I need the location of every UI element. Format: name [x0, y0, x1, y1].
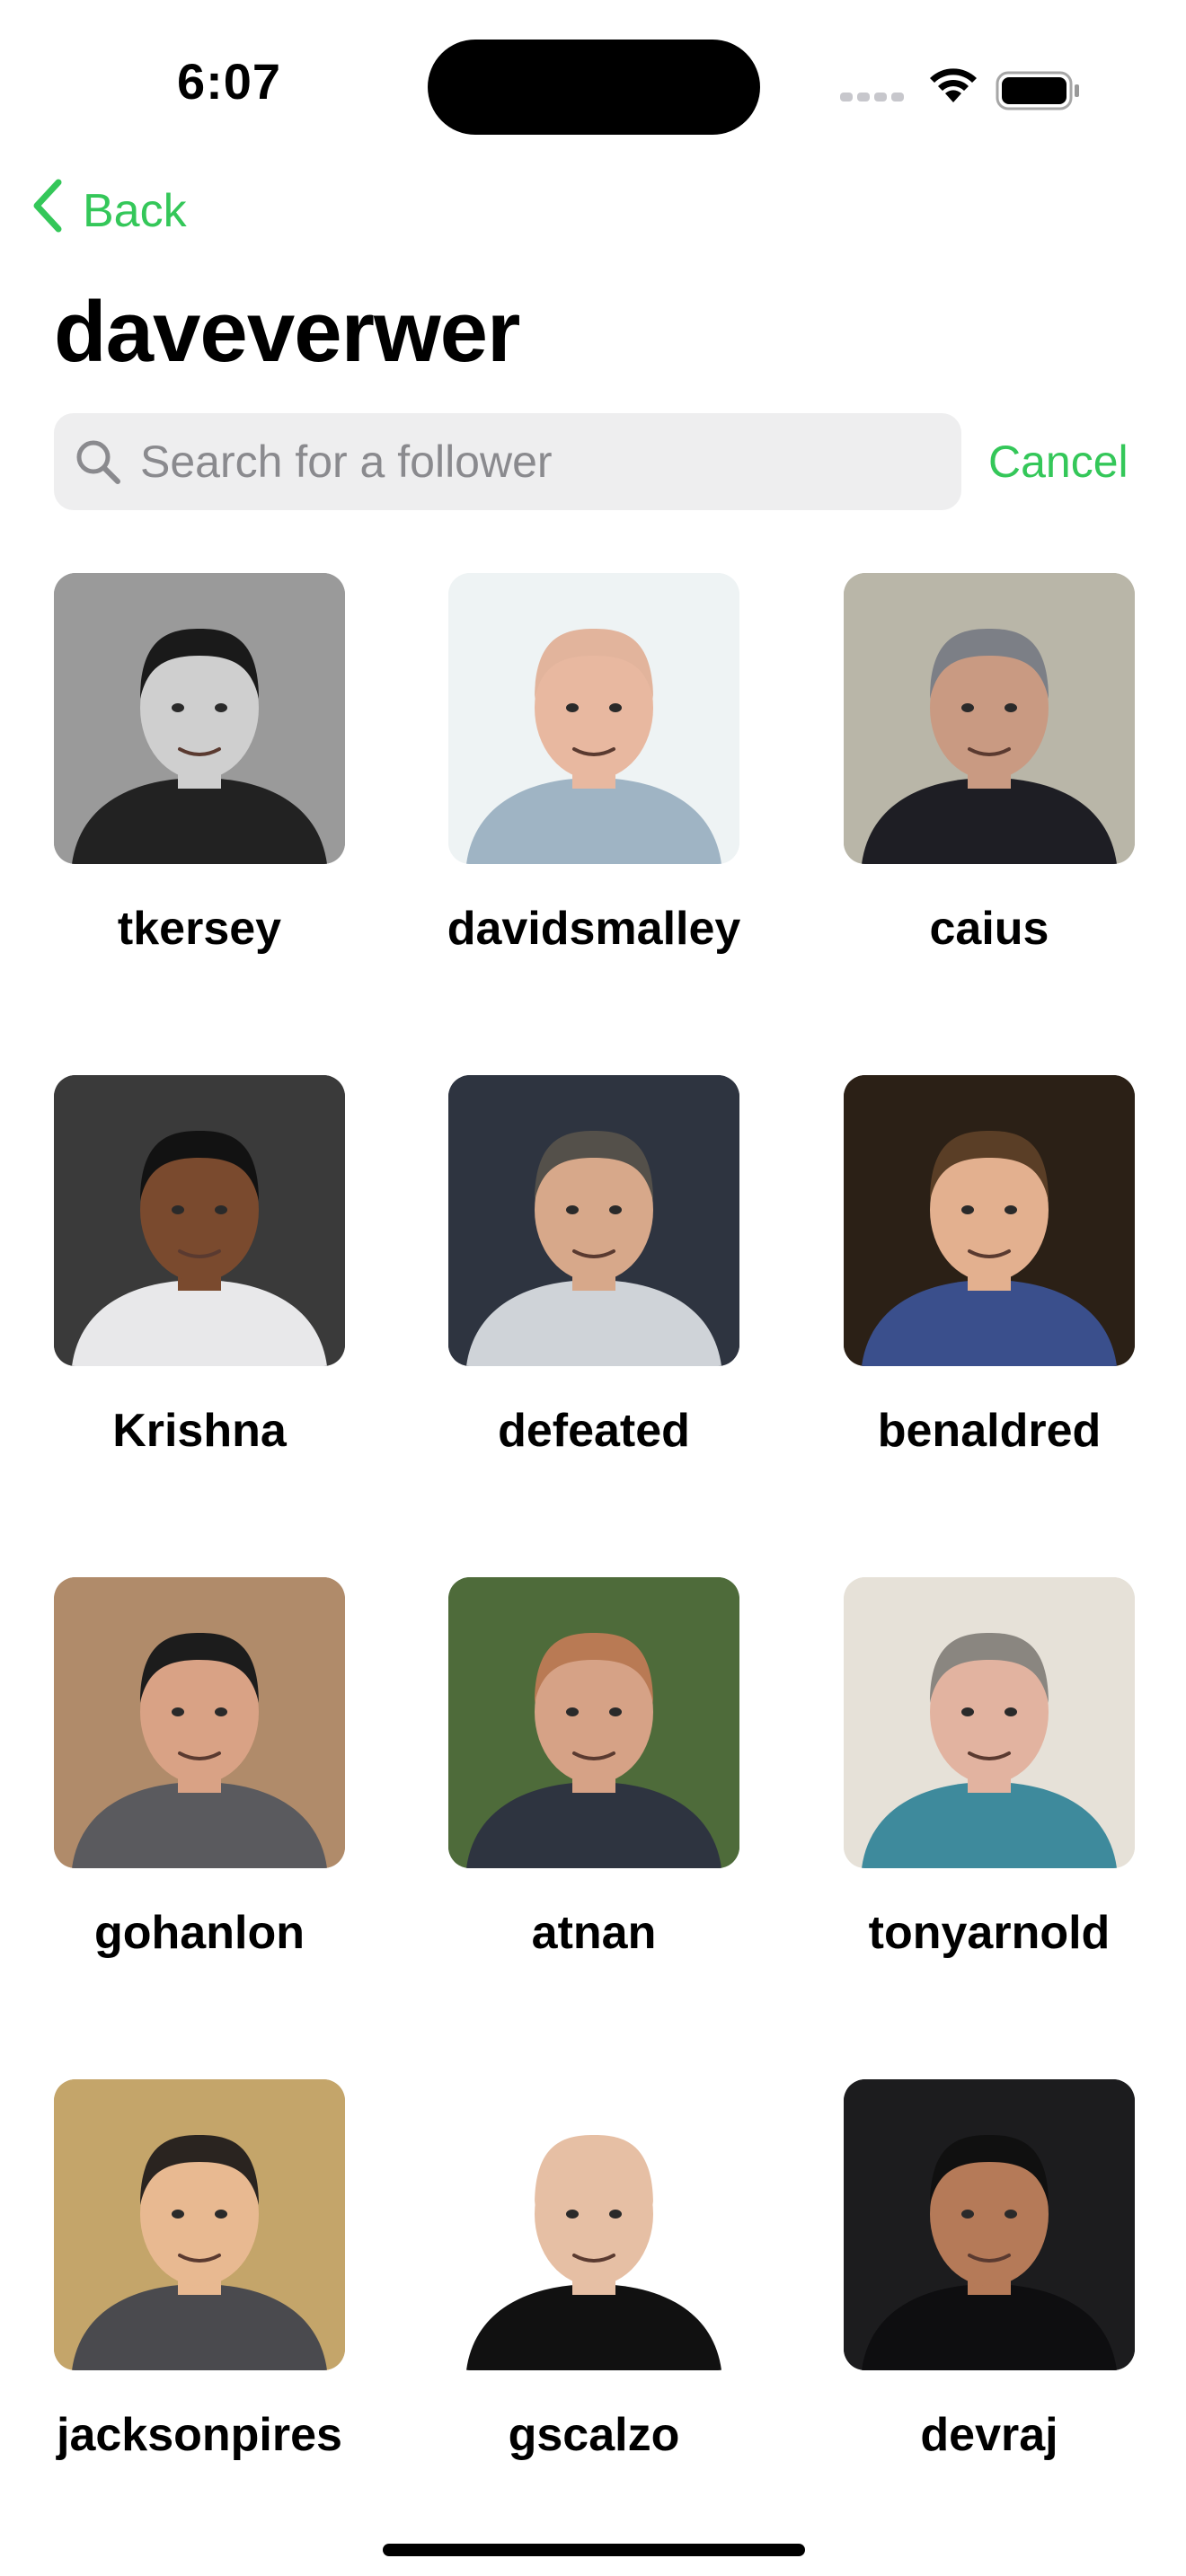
follower-avatar [54, 1577, 345, 1868]
follower-avatar [448, 1577, 739, 1868]
cancel-button[interactable]: Cancel [988, 431, 1128, 492]
follower-avatar [54, 2079, 345, 2370]
follower-username: benaldred [877, 1405, 1102, 1457]
follower-username: atnan [531, 1907, 657, 1959]
follower-avatar [844, 1075, 1135, 1366]
follower-username: tonyarnold [868, 1907, 1111, 1959]
follower-avatar [54, 1075, 345, 1366]
follower-avatar [844, 2079, 1135, 2370]
follower-avatar [844, 1577, 1135, 1868]
search-placeholder: Search for a follower [140, 437, 553, 487]
follower-username: davidsmalley [447, 903, 741, 955]
cellular-signal-icon [840, 90, 908, 106]
wifi-icon [925, 63, 981, 109]
follower-username: gohanlon [94, 1907, 305, 1959]
follower-avatar [448, 573, 739, 864]
dynamic-island [428, 40, 760, 135]
follower-avatar [448, 1075, 739, 1366]
back-label: Back [83, 185, 187, 237]
back-button[interactable]: Back [32, 179, 187, 244]
chevron-left-icon [32, 179, 63, 244]
follower-username: tkersey [117, 903, 282, 955]
page-title: daveverwer [54, 284, 520, 380]
follower-username: gscalzo [508, 2409, 680, 2461]
status-time: 6:07 [176, 53, 282, 110]
follower-username: defeated [498, 1405, 690, 1457]
follower-username: devraj [920, 2409, 1058, 2461]
search-input[interactable]: Search for a follower [54, 413, 961, 510]
follower-avatar [54, 573, 345, 864]
search-icon [74, 437, 122, 486]
follower-username: Krishna [112, 1405, 287, 1457]
follower-username: caius [929, 903, 1049, 955]
status-bar: 6:07 [0, 0, 1186, 162]
follower-avatar [844, 573, 1135, 864]
follower-username: jacksonpires [57, 2409, 342, 2461]
follower-avatar [448, 2079, 739, 2370]
home-indicator [383, 2544, 805, 2556]
battery-icon [996, 70, 1082, 116]
